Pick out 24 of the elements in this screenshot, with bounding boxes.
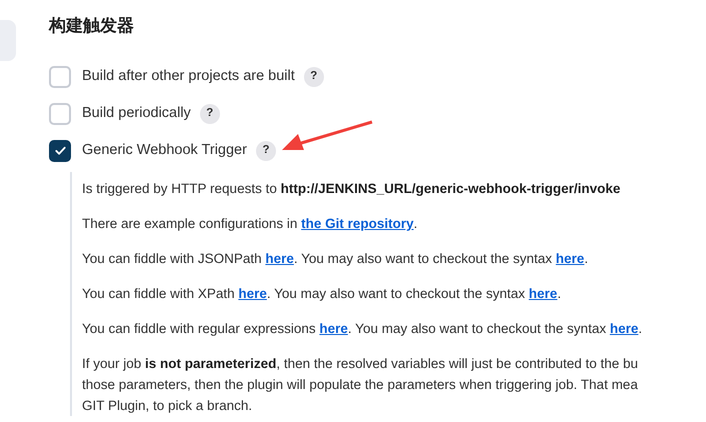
help-text: those parameters, then the plugin will populate the parameters when triggering job. That mea [82,376,639,394]
link[interactable]: here [528,286,558,301]
link[interactable]: here [319,321,348,336]
checkbox-label[interactable]: Build periodically [82,102,191,124]
checkbox-label[interactable]: Build after other projects are built [82,66,295,88]
help-text: You can fiddle with regular expressions here. You may also want to checkout the syntax here. [82,320,644,338]
link[interactable]: here [556,251,584,266]
checkbox[interactable] [49,140,71,162]
help-text: There are example configurations in the Git repository. [82,215,418,233]
help-text: GIT Plugin, to pick a branch. [82,397,254,415]
help-button[interactable]: ? [256,140,276,160]
link[interactable]: here [265,251,294,266]
section-title: 构建触发器 [49,15,135,37]
help-text: You can fiddle with XPath here. You may also want to checkout the syntax here. [82,285,562,303]
help-button[interactable]: ? [200,104,220,124]
help-button[interactable]: ? [304,66,324,86]
link[interactable]: the Git repository [301,216,414,231]
help-text: If your job is not parameterized, then the resolved variables will just be contributed to the bu [82,355,640,373]
checkbox-label[interactable]: Generic Webhook Trigger [82,140,247,162]
help-text: Is triggered by HTTP requests to http://JENKINS_URL/generic-webhook-trigger/invoke [82,180,622,198]
link[interactable]: here [238,286,267,301]
check-icon [54,144,66,157]
help-text: You can fiddle with JSONPath here. You may also want to checkout the syntax here. [82,250,590,268]
link[interactable]: here [610,321,638,336]
